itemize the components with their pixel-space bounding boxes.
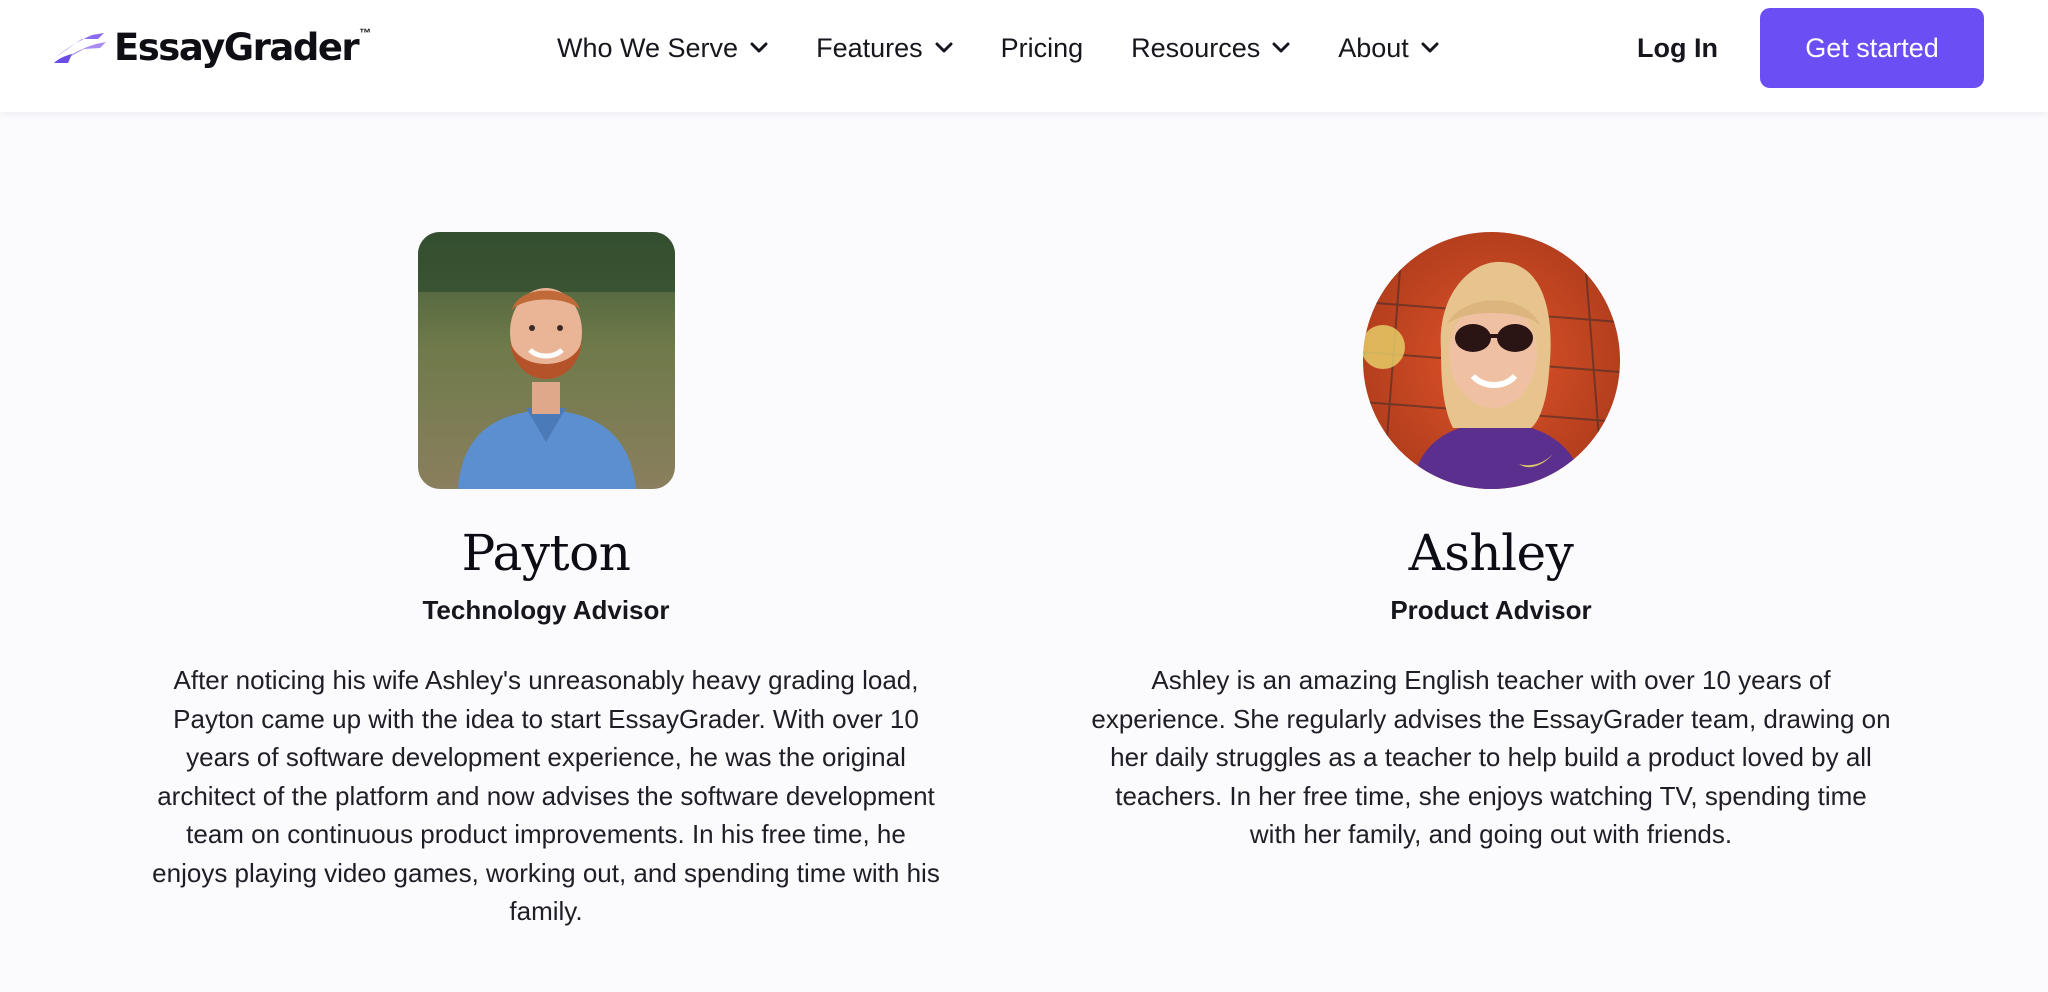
login-link[interactable]: Log In <box>1637 28 1718 68</box>
top-navigation-bar: EssayGrader ™ Who We Serve Features Pric… <box>0 0 2048 112</box>
chevron-down-icon <box>750 42 768 53</box>
profile-photo-ashley <box>1362 232 1620 489</box>
nav-who-we-serve[interactable]: Who We Serve <box>557 33 768 64</box>
member-bio: After noticing his wife Ashley's unreaso… <box>152 665 940 926</box>
team-member-card-ashley: Ashley Product Advisor Ashley is an amaz… <box>1081 232 1901 854</box>
team-member-card-payton: Payton Technology Advisor After noticing… <box>136 232 956 931</box>
member-role: Technology Advisor <box>422 595 670 625</box>
nav-label: Resources <box>1131 32 1261 63</box>
get-started-button[interactable]: Get started <box>1760 8 1984 88</box>
purple-wing-icon <box>54 33 106 63</box>
brand-logo[interactable]: EssayGrader ™ <box>52 22 371 72</box>
main-nav: Who We Serve Features Pricing Resources … <box>557 28 1487 68</box>
member-name: Payton <box>461 524 631 582</box>
nav-label: Pricing <box>1000 32 1084 63</box>
chevron-down-icon <box>1272 42 1290 53</box>
brand-name: EssayGrader <box>114 25 360 69</box>
nav-resources[interactable]: Resources <box>1131 33 1290 64</box>
nav-about[interactable]: About <box>1338 33 1439 64</box>
member-role: Product Advisor <box>1390 595 1592 625</box>
nav-label: About <box>1338 32 1409 63</box>
chevron-down-icon <box>1421 42 1439 53</box>
nav-label: Features <box>816 32 923 63</box>
nav-features[interactable]: Features <box>816 33 953 64</box>
nav-label: Who We Serve <box>557 32 739 63</box>
profile-photo-payton <box>417 232 675 489</box>
trademark-symbol: ™ <box>359 26 372 40</box>
chevron-down-icon <box>935 42 953 53</box>
member-name: Ashley <box>1408 524 1574 582</box>
nav-pricing[interactable]: Pricing <box>1001 33 1084 64</box>
member-bio: Ashley is an amazing English teacher wit… <box>1091 665 1891 849</box>
